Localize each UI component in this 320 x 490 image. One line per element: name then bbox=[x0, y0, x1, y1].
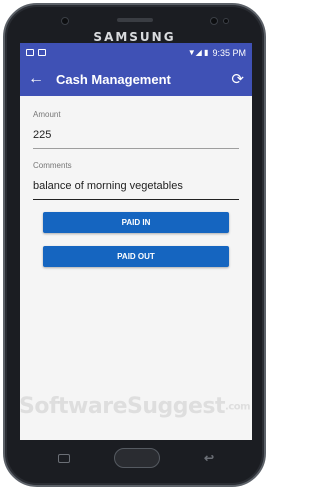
back-icon[interactable]: ↩ bbox=[204, 451, 214, 465]
hardware-nav-bar: ↩ bbox=[20, 445, 252, 471]
watermark-suffix: .com bbox=[225, 401, 251, 413]
status-bar: ▼◢ ▮ 9:35 PM bbox=[20, 43, 252, 62]
comments-label: Comments bbox=[33, 161, 72, 170]
image-icon bbox=[38, 49, 46, 56]
watermark-text: SoftwareSuggest bbox=[20, 394, 226, 419]
paid-in-button[interactable]: PAID IN bbox=[43, 212, 229, 233]
refresh-icon[interactable]: ⟳ bbox=[224, 70, 244, 88]
screen: ▼◢ ▮ 9:35 PM ← Cash Management ⟳ Amount … bbox=[20, 43, 252, 440]
proximity-sensor bbox=[61, 17, 69, 25]
signal-icon: ▼◢ ▮ bbox=[187, 48, 209, 57]
app-bar: ← Cash Management ⟳ bbox=[20, 62, 252, 96]
earpiece-speaker bbox=[116, 18, 153, 22]
status-time: 9:35 PM bbox=[212, 47, 246, 58]
light-sensor bbox=[223, 18, 229, 24]
paid-out-button[interactable]: PAID OUT bbox=[43, 246, 229, 267]
mail-icon bbox=[26, 49, 34, 56]
status-icons: ▼◢ ▮ 9:35 PM bbox=[188, 48, 246, 58]
device-brand: SAMSUNG bbox=[93, 30, 176, 44]
notification-icons bbox=[26, 49, 46, 56]
home-button[interactable] bbox=[113, 448, 160, 468]
cash-form: Amount 225 Comments balance of morning v… bbox=[20, 96, 252, 267]
watermark: SoftwareSuggest.com bbox=[20, 394, 251, 419]
recent-apps-icon[interactable] bbox=[58, 453, 70, 463]
comments-input[interactable]: balance of morning vegetables bbox=[33, 180, 239, 200]
amount-label: Amount bbox=[33, 110, 61, 119]
front-camera bbox=[210, 17, 218, 25]
back-arrow-icon[interactable]: ← bbox=[28, 71, 50, 87]
page-title: Cash Management bbox=[56, 71, 171, 87]
amount-input[interactable]: 225 bbox=[33, 129, 239, 149]
